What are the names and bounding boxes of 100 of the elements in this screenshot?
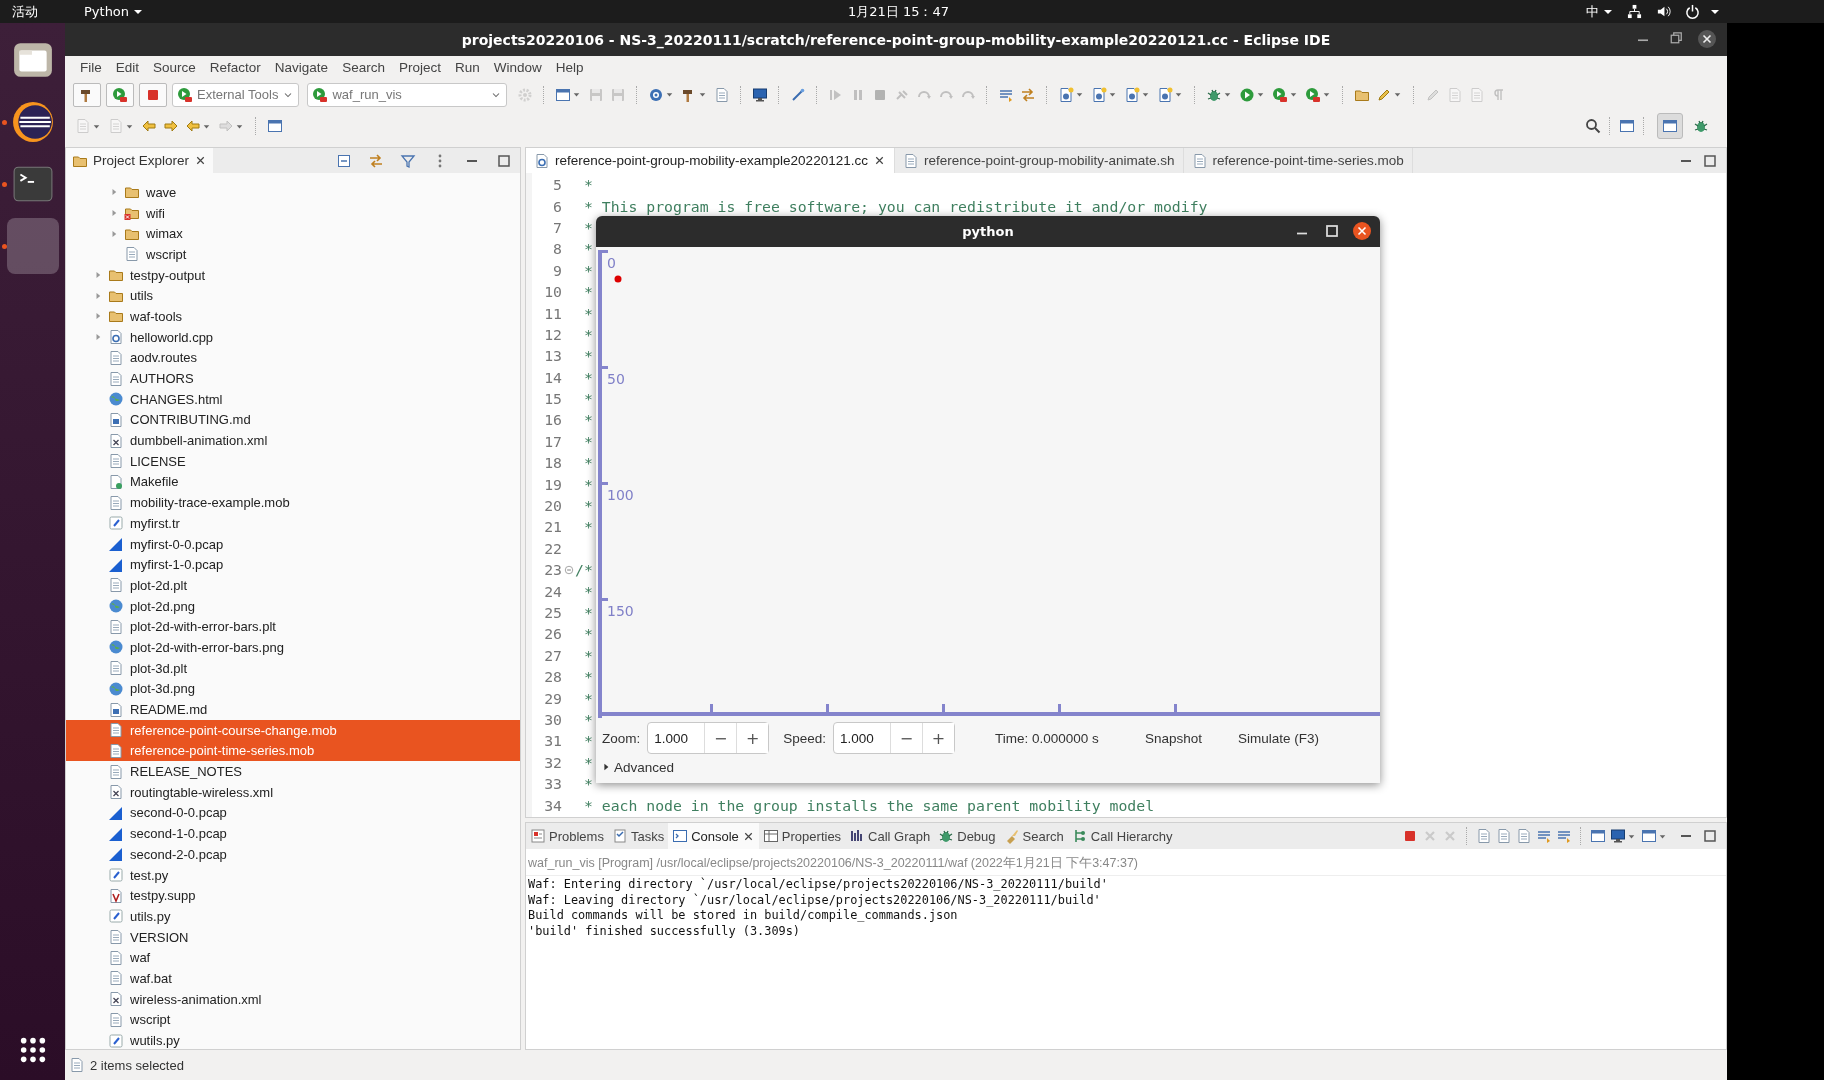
document-icon[interactable] <box>1476 828 1492 844</box>
document-icon[interactable] <box>1091 86 1108 103</box>
list-icon[interactable] <box>1536 828 1552 844</box>
monitor-icon[interactable] <box>1610 828 1626 844</box>
input-method-menu[interactable]: 中 <box>1586 2 1613 21</box>
activities-button[interactable]: 活动 <box>12 2 38 21</box>
document-icon[interactable] <box>1496 828 1512 844</box>
tree-item[interactable]: RELEASE_NOTES <box>66 761 520 782</box>
window-icon[interactable] <box>1619 118 1635 134</box>
collapse-icon[interactable] <box>336 152 352 169</box>
tree-item[interactable]: second-1-0.pcap <box>66 823 520 844</box>
tree-item[interactable]: testpy.supp <box>66 885 520 907</box>
tree-item[interactable]: myfirst-1-0.pcap <box>66 554 520 576</box>
hammer-button[interactable] <box>73 82 101 107</box>
advanced-expander[interactable]: Advanced <box>596 758 1380 776</box>
arrows-icon[interactable] <box>1020 86 1037 103</box>
tree-item[interactable]: wave <box>66 182 520 203</box>
tree-item[interactable]: wscript <box>66 1009 520 1031</box>
view-tab[interactable]: Console <box>668 823 759 849</box>
tree-item[interactable]: CONTRIBUTING.md <box>66 409 520 431</box>
zoom-spinbox[interactable]: 1.000 − + <box>647 722 770 754</box>
stop-icon[interactable] <box>1402 828 1418 844</box>
tree-item[interactable]: myfirst-0-0.pcap <box>66 533 520 555</box>
window-icon[interactable] <box>1657 113 1683 139</box>
app-menu[interactable]: Python <box>84 4 144 19</box>
tree-item[interactable]: utils.py <box>66 906 520 927</box>
view-tab[interactable]: Tasks <box>607 823 669 849</box>
tree-item[interactable]: mobility-trace-example.mob <box>66 492 520 513</box>
tree-item[interactable]: plot-3d.png <box>66 678 520 700</box>
menu-item[interactable]: Edit <box>108 60 147 75</box>
volume-icon[interactable] <box>1656 4 1671 19</box>
monitor-icon[interactable] <box>752 86 769 103</box>
wand-icon[interactable] <box>790 86 807 103</box>
target-icon[interactable] <box>648 86 665 103</box>
arrow-right-icon[interactable] <box>163 118 179 134</box>
increment-button[interactable]: + <box>922 723 955 753</box>
simulate-button[interactable]: Simulate (F3) <box>1231 726 1325 750</box>
tree-item[interactable]: routingtable-wireless.xml <box>66 781 520 803</box>
menu-item[interactable]: File <box>73 60 109 75</box>
tree-item[interactable]: myfirst.tr <box>66 513 520 534</box>
maximize-icon[interactable] <box>1702 828 1718 844</box>
clock[interactable]: 1月21日 15：47 <box>848 2 950 21</box>
play-button[interactable] <box>106 82 134 107</box>
tree-item[interactable]: CHANGES.html <box>66 388 520 410</box>
play-icon[interactable] <box>1272 86 1289 103</box>
tree-item[interactable]: plot-3d.plt <box>66 657 520 679</box>
view-tab[interactable]: Properties <box>758 823 846 849</box>
apps-grid-icon[interactable] <box>18 1036 47 1064</box>
play-icon[interactable] <box>1305 86 1322 103</box>
filter-icon[interactable] <box>400 152 416 169</box>
tree-item[interactable]: wscript <box>66 244 520 265</box>
snapshot-button[interactable]: Snapshot <box>1138 726 1208 750</box>
tree-item[interactable]: plot-2d-with-error-bars.png <box>66 637 520 658</box>
document-icon[interactable] <box>714 86 731 103</box>
launch-dropdown[interactable]: External Tools <box>172 82 300 107</box>
editor-tab[interactable]: reference-point-group-mobility-example20220121.cc <box>526 148 895 173</box>
tree-item[interactable]: wireless-animation.xml <box>66 988 520 1010</box>
maximize-icon[interactable] <box>496 152 512 169</box>
tree-item[interactable]: waf.bat <box>66 968 520 989</box>
document-icon[interactable] <box>1516 828 1532 844</box>
menu-item[interactable]: Help <box>548 60 591 75</box>
view-tab[interactable]: Search <box>999 823 1068 849</box>
window-icon[interactable] <box>267 118 283 134</box>
stop-button[interactable] <box>139 82 167 107</box>
view-tab[interactable]: Debug <box>934 823 1000 849</box>
tree-item[interactable]: dumbbell-animation.xml <box>66 430 520 451</box>
search-icon[interactable] <box>1585 118 1601 134</box>
view-tab[interactable]: Problems <box>526 823 608 849</box>
network-icon[interactable] <box>1627 4 1642 19</box>
tree-item[interactable]: helloworld.cpp <box>66 326 520 348</box>
launch-dropdown[interactable]: waf_run_vis <box>307 82 508 107</box>
document-icon[interactable] <box>1058 86 1075 103</box>
window-icon[interactable] <box>555 86 572 103</box>
view-tab[interactable]: Call Graph <box>845 823 935 849</box>
view-tab[interactable]: Call Hierarchy <box>1067 823 1177 849</box>
menu-item[interactable]: Window <box>486 60 549 75</box>
document-icon[interactable] <box>1124 86 1141 103</box>
list-icon[interactable] <box>1556 828 1572 844</box>
maximize-icon[interactable] <box>1702 152 1718 169</box>
tree-item[interactable]: LICENSE <box>66 450 520 472</box>
arrow-left-icon[interactable] <box>185 118 201 134</box>
menu-item[interactable]: Navigate <box>267 60 336 75</box>
arrows-icon[interactable] <box>368 152 384 169</box>
tree-item[interactable]: waf <box>66 947 520 969</box>
arrow-left-icon[interactable] <box>141 118 157 134</box>
tree-item[interactable]: wutils.py <box>66 1030 520 1049</box>
tree-item[interactable]: AUTHORS <box>66 368 520 389</box>
speed-field[interactable]: 1.000 <box>834 723 891 753</box>
tree-item[interactable]: utils <box>66 285 520 307</box>
play-icon[interactable] <box>1239 86 1256 103</box>
tree-item[interactable]: reference-point-course-change.mob <box>66 719 520 741</box>
tree-item[interactable]: second-0-0.pcap <box>66 802 520 824</box>
menu-item[interactable]: Run <box>447 60 487 75</box>
tree-item[interactable]: plot-2d-with-error-bars.plt <box>66 616 520 638</box>
close-icon[interactable] <box>1352 221 1372 241</box>
menu-item[interactable]: Source <box>146 60 203 75</box>
window-icon[interactable] <box>1641 828 1657 844</box>
speed-spinbox[interactable]: 1.000 − + <box>833 722 956 754</box>
tree-item[interactable]: plot-2d.plt <box>66 575 520 596</box>
menu-item[interactable]: Search <box>335 60 392 75</box>
